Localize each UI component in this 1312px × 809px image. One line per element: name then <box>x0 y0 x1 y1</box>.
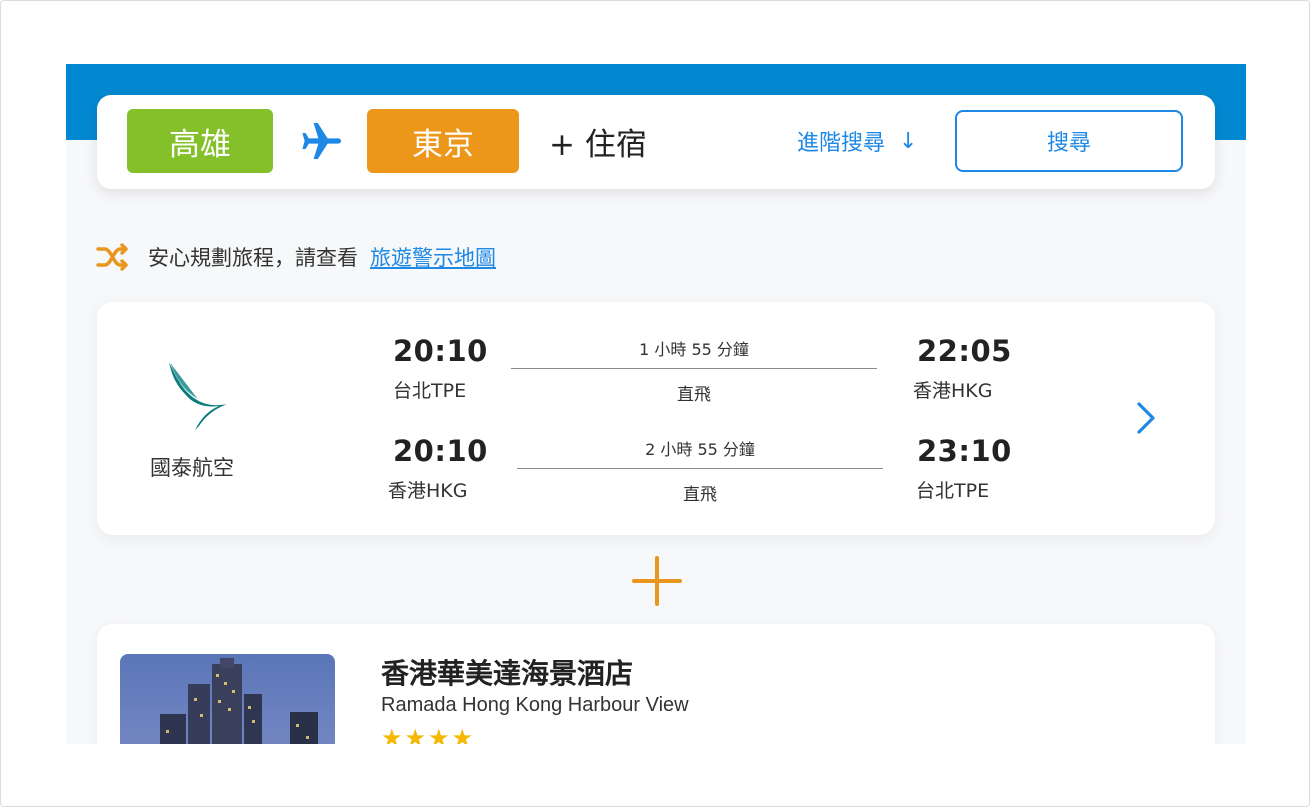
advanced-search-label: 進階搜尋 <box>797 131 886 156</box>
stops-label: 直飛 <box>683 485 717 505</box>
search-button[interactable]: 搜尋 <box>955 110 1183 172</box>
route-line <box>511 368 877 369</box>
arrow-down-icon: ↓ <box>899 128 918 154</box>
flight-leg-return: 20:10 香港HKG 2 小時 55 分鐘 直飛 23:10 台北TPE <box>97 432 1215 532</box>
stops-label: 直飛 <box>677 385 711 405</box>
shuffle-icon <box>96 243 128 271</box>
airplane-icon <box>302 123 341 159</box>
chevron-right-icon[interactable] <box>1133 400 1159 436</box>
advanced-search-link[interactable]: 進階搜尋 ↓ <box>797 109 917 173</box>
departure-airport: 台北TPE <box>393 380 467 402</box>
arrival-airport: 香港HKG <box>913 380 993 402</box>
search-box: 高雄 東京 + 住宿 進階搜尋 ↓ 搜尋 <box>97 95 1215 189</box>
travel-alert-map-link[interactable]: 旅遊警示地圖 <box>370 242 496 272</box>
plus-icon <box>632 556 682 606</box>
page-viewport: 高雄 東京 + 住宿 進階搜尋 ↓ 搜尋 安心規劃旅程，請查看 旅遊警示地圖 國… <box>66 64 1246 744</box>
arrival-airport: 台北TPE <box>916 480 990 502</box>
departure-time: 20:10 <box>393 334 488 368</box>
to-city-button[interactable]: 東京 <box>367 109 519 173</box>
hotel-name-english: Ramada Hong Kong Harbour View <box>381 694 689 716</box>
hotel-card[interactable]: 香港華美達海景酒店 Ramada Hong Kong Harbour View … <box>97 624 1215 744</box>
flight-card[interactable]: 國泰航空 20:10 台北TPE 1 小時 55 分鐘 直飛 22:05 香港H… <box>97 302 1215 535</box>
from-city-button[interactable]: 高雄 <box>127 109 273 173</box>
flight-duration: 2 小時 55 分鐘 <box>645 440 755 459</box>
hotel-name: 香港華美達海景酒店 <box>381 657 634 690</box>
flight-duration: 1 小時 55 分鐘 <box>639 340 749 359</box>
notice-text: 安心規劃旅程，請查看 <box>148 246 358 270</box>
departure-airport: 香港HKG <box>388 480 468 502</box>
add-stay-toggle[interactable]: + 住宿 <box>549 109 647 173</box>
arrival-time: 23:10 <box>917 434 1012 468</box>
hotel-photo <box>120 654 335 744</box>
flight-leg-outbound: 20:10 台北TPE 1 小時 55 分鐘 直飛 22:05 香港HKG <box>97 332 1215 432</box>
hotel-star-rating: ★★★★ <box>381 724 476 744</box>
hotel-photo-skyline <box>160 658 318 744</box>
arrival-time: 22:05 <box>917 334 1012 368</box>
route-line <box>517 468 883 469</box>
departure-time: 20:10 <box>393 434 488 468</box>
travel-notice: 安心規劃旅程，請查看 旅遊警示地圖 <box>96 240 496 274</box>
